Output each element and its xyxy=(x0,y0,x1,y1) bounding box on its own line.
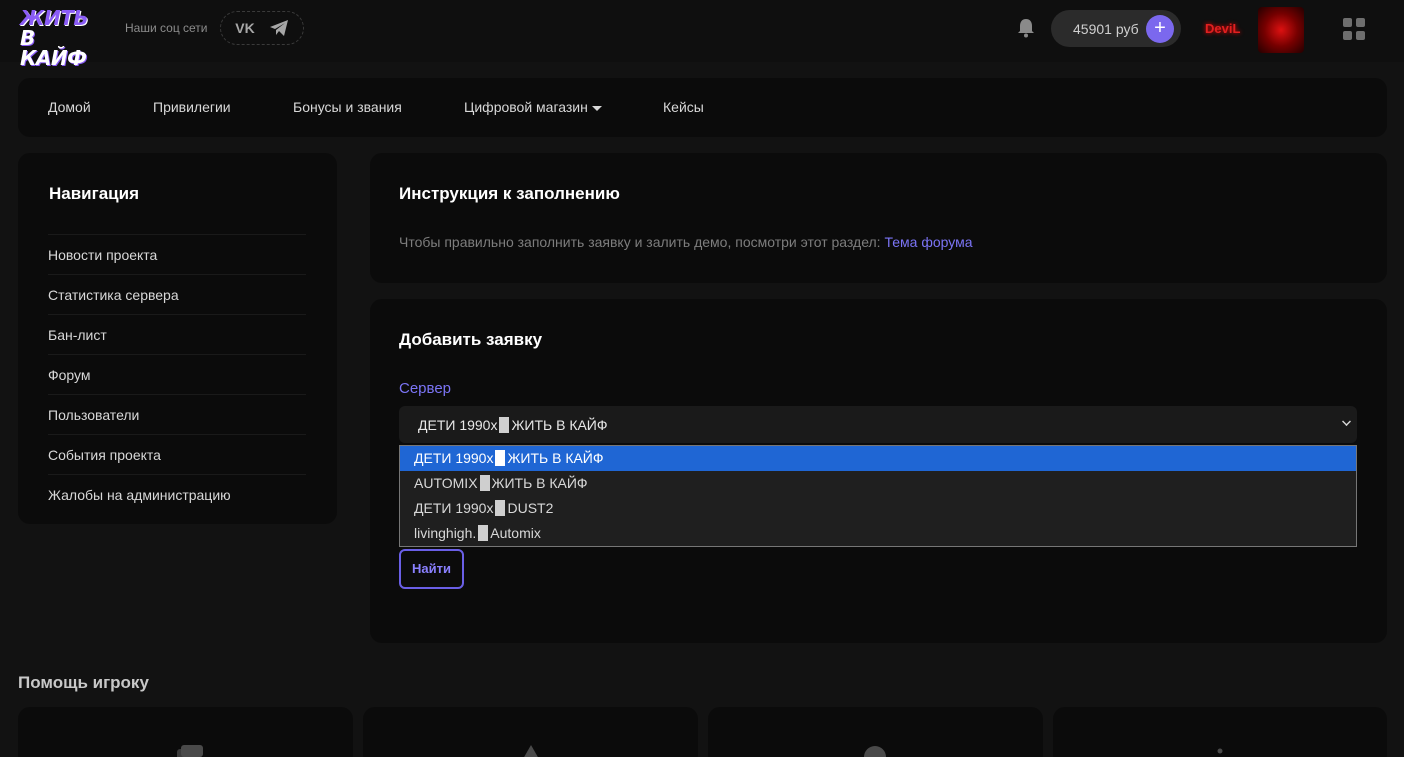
server-dropdown-list: ДЕТИ 1990х ЖИТЬ В КАЙФ AUTOMIX ЖИТЬ В КАЙФ… xyxy=(399,445,1357,547)
logo-line-2: В КАЙФ xyxy=(20,26,87,70)
server-option-suffix: ЖИТЬ В КАЙФ xyxy=(507,450,604,466)
server-option[interactable]: ДЕТИ 1990х ЖИТЬ В КАЙФ xyxy=(400,446,1356,471)
server-select-value: ДЕТИ 1990х ЖИТЬ В КАЙФ xyxy=(418,417,608,433)
instructions-card: Инструкция к заполнению Чтобы правильно … xyxy=(370,153,1387,283)
top-header: ЖИТЬ В КАЙФ Наши соц сети VK 45901 руб +… xyxy=(0,0,1404,68)
sidebar-item-users[interactable]: Пользователи xyxy=(48,394,306,434)
add-application-title: Добавить заявку xyxy=(399,330,543,349)
nav-item-digital-shop-label: Цифровой магазин xyxy=(464,99,588,115)
nav-item-digital-shop[interactable]: Цифровой магазин xyxy=(464,99,602,115)
server-option[interactable]: AUTOMIX ЖИТЬ В КАЙФ xyxy=(400,471,1356,496)
add-funds-button[interactable]: + xyxy=(1146,15,1174,43)
help-card[interactable] xyxy=(1053,707,1387,757)
server-option-prefix: livinghigh. xyxy=(414,525,477,541)
help-card[interactable] xyxy=(18,707,353,757)
nav-item-privileges[interactable]: Привилегии xyxy=(153,99,231,115)
server-option-suffix: DUST2 xyxy=(507,500,554,516)
telegram-icon[interactable] xyxy=(269,19,289,37)
find-button[interactable]: Найти xyxy=(399,549,464,589)
separator-glyph xyxy=(499,417,510,433)
server-option[interactable]: livinghigh. Automix xyxy=(400,521,1356,546)
separator-glyph xyxy=(478,525,489,541)
server-option-prefix: AUTOMIX xyxy=(414,475,478,491)
username[interactable]: DeviL xyxy=(1205,21,1240,36)
server-select-prefix: ДЕТИ 1990х xyxy=(418,417,498,433)
sidebar-item-complaints[interactable]: Жалобы на администрацию xyxy=(48,474,306,514)
server-label: Сервер xyxy=(399,380,452,397)
sidebar-item-news[interactable]: Новости проекта xyxy=(48,234,306,274)
chevron-down-icon xyxy=(591,105,602,111)
instructions-title: Инструкция к заполнению xyxy=(399,184,620,203)
sidebar-item-stats[interactable]: Статистика сервера xyxy=(48,274,306,314)
triangle-icon xyxy=(524,745,538,757)
help-section-title: Помощь игроку xyxy=(18,673,149,692)
avatar[interactable] xyxy=(1258,7,1304,53)
nav-item-bonuses[interactable]: Бонусы и звания xyxy=(293,99,402,115)
nav-item-cases[interactable]: Кейсы xyxy=(663,99,704,115)
vk-icon[interactable]: VK xyxy=(235,20,254,36)
server-select[interactable]: ДЕТИ 1990х ЖИТЬ В КАЙФ xyxy=(399,406,1357,443)
sidebar-title: Навигация xyxy=(49,184,139,203)
sidebar-item-events[interactable]: События проекта xyxy=(48,434,306,474)
balance-pill[interactable]: 45901 руб + xyxy=(1051,10,1181,47)
nav-item-home[interactable]: Домой xyxy=(48,99,91,115)
main-nav: Домой Привилегии Бонусы и звания Цифрово… xyxy=(18,78,1387,137)
bell-icon[interactable] xyxy=(1017,18,1035,38)
help-card[interactable] xyxy=(363,707,698,757)
balance-amount: 45901 руб xyxy=(1073,21,1139,37)
separator-glyph xyxy=(495,500,506,516)
server-option-suffix: Automix xyxy=(490,525,541,541)
server-option-prefix: ДЕТИ 1990х xyxy=(414,450,494,466)
sidebar-item-forum[interactable]: Форум xyxy=(48,354,306,394)
server-option-suffix: ЖИТЬ В КАЙФ xyxy=(491,475,588,491)
social-label: Наши соц сети xyxy=(125,21,208,35)
sidebar-item-banlist[interactable]: Бан-лист xyxy=(48,314,306,354)
separator-glyph xyxy=(479,475,490,491)
social-links: VK xyxy=(220,11,304,45)
help-card[interactable] xyxy=(708,707,1043,757)
instructions-text: Чтобы правильно заполнить заявку и залит… xyxy=(399,234,973,250)
sidebar: Навигация Новости проекта Статистика сер… xyxy=(18,153,337,524)
info-icon xyxy=(1217,748,1223,754)
chevron-down-icon xyxy=(1342,417,1351,426)
copy-icon xyxy=(177,745,203,757)
circle-icon xyxy=(864,746,886,757)
separator-glyph xyxy=(495,450,506,466)
server-option[interactable]: ДЕТИ 1990х DUST2 xyxy=(400,496,1356,521)
server-option-prefix: ДЕТИ 1990х xyxy=(414,500,494,516)
apps-grid-icon[interactable] xyxy=(1343,18,1365,40)
server-select-suffix: ЖИТЬ В КАЙФ xyxy=(511,417,608,433)
forum-topic-link[interactable]: Тема форума xyxy=(884,234,972,250)
logo-line-1: ЖИТЬ xyxy=(20,6,89,30)
instructions-body: Чтобы правильно заполнить заявку и залит… xyxy=(399,234,881,250)
site-logo[interactable]: ЖИТЬ В КАЙФ xyxy=(20,6,96,68)
